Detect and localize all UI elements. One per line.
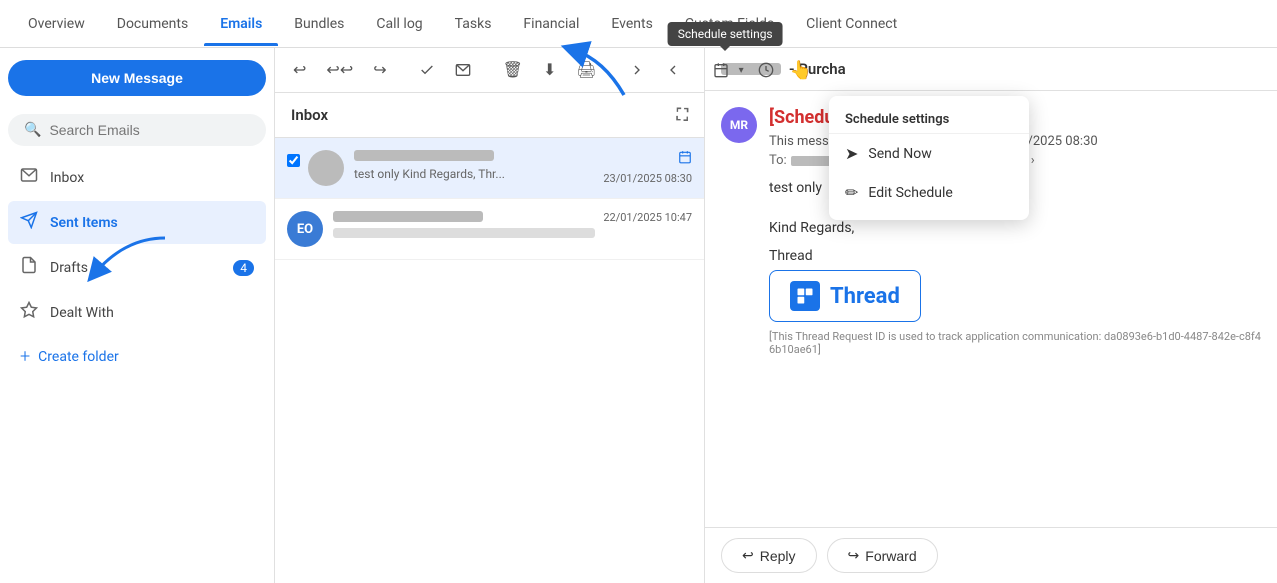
- email-preview: test only Kind Regards, Thr...: [354, 167, 595, 181]
- inbox-title: Inbox: [291, 106, 328, 124]
- email-meta: 23/01/2025 08:30: [603, 150, 692, 185]
- search-input[interactable]: [49, 122, 250, 138]
- edit-schedule-label: Edit Schedule: [868, 185, 952, 201]
- forward-button[interactable]: ↪ Forward: [827, 538, 938, 573]
- email-item[interactable]: test only Kind Regards, Thr... 23/01/202…: [275, 138, 704, 199]
- email-footer: ↩ Reply ↪ Forward: [705, 527, 1277, 583]
- reply-icon: ↩: [742, 547, 754, 564]
- search-icon: 🔍: [24, 122, 41, 138]
- schedule-btn-group: ▾ Schedule settings: [705, 56, 746, 84]
- nav-bundles[interactable]: Bundles: [278, 2, 360, 46]
- drafts-icon: [20, 256, 38, 279]
- sidebar-item-inbox[interactable]: Inbox: [8, 156, 266, 199]
- edit-schedule-item[interactable]: ✏ Edit Schedule: [829, 173, 1029, 212]
- nav-tasks[interactable]: Tasks: [439, 2, 508, 46]
- email-time: 23/01/2025 08:30: [603, 172, 692, 185]
- thread-logo: Thread: [769, 270, 921, 322]
- email-checkbox[interactable]: [287, 154, 300, 167]
- thread-icon: [790, 281, 820, 311]
- send-now-item[interactable]: ➤ Send Now: [829, 134, 1029, 173]
- send-now-label: Send Now: [868, 146, 931, 162]
- plus-icon: +: [20, 346, 30, 367]
- forward-button[interactable]: ↪: [365, 54, 394, 86]
- email-item[interactable]: EO 22/01/2025 10:47: [275, 199, 704, 260]
- thread-section: Thread Thread: [769, 248, 1261, 322]
- schedule-dropdown-popup: Schedule settings ➤ Send Now ✏ Edit Sche…: [829, 96, 1029, 220]
- dropdown-header: Schedule settings: [829, 104, 1029, 134]
- sidebar-item-dealt-with[interactable]: Dealt With: [8, 291, 266, 334]
- nav-calllog[interactable]: Call log: [360, 2, 438, 46]
- sidebar-drafts-label: Drafts: [50, 260, 88, 276]
- sender-avatar: MR: [721, 107, 757, 143]
- nav-client-connect[interactable]: Client Connect: [790, 2, 913, 46]
- reply-button[interactable]: ↩ Reply: [721, 538, 817, 573]
- email-meta: 22/01/2025 10:47: [603, 211, 692, 224]
- thread-label: Thread: [769, 248, 1261, 264]
- email-toolbar: ↩ ↩↩ ↪ 🗑 ⬇ 🖨: [275, 48, 704, 93]
- download-button[interactable]: ⬇: [535, 54, 564, 86]
- email-content: test only Kind Regards, Thr...: [354, 150, 595, 181]
- sent-icon: [20, 211, 38, 234]
- forward-label: Forward: [865, 548, 916, 564]
- to-label: To:: [769, 153, 787, 168]
- schedule-icon: [678, 150, 692, 168]
- nav-events[interactable]: Events: [595, 2, 668, 46]
- dealt-with-icon: [20, 301, 38, 324]
- email-list-header: Inbox ⛶: [275, 93, 704, 138]
- move-button[interactable]: [621, 56, 653, 84]
- reply-all-button[interactable]: ↩↩: [318, 54, 361, 86]
- email-preview: [333, 228, 595, 238]
- search-bar: 🔍: [8, 114, 266, 146]
- print-button[interactable]: 🖨: [568, 54, 604, 86]
- avatar: [308, 150, 344, 186]
- sidebar-sent-label: Sent Items: [50, 215, 118, 231]
- mark-read-button[interactable]: [411, 56, 443, 84]
- expand-icon[interactable]: ⛶: [677, 105, 688, 125]
- sidebar-item-drafts[interactable]: Drafts 4: [8, 246, 266, 289]
- create-folder-button[interactable]: + Create folder: [8, 336, 266, 377]
- email-time: 22/01/2025 10:47: [603, 211, 692, 224]
- schedule-dropdown-toggle[interactable]: ▾: [737, 59, 746, 82]
- nav-overview[interactable]: Overview: [12, 2, 101, 46]
- clock-button[interactable]: [750, 56, 782, 84]
- create-folder-label: Create folder: [38, 349, 119, 365]
- delete-button[interactable]: 🗑: [495, 54, 531, 86]
- sidebar-inbox-label: Inbox: [50, 170, 84, 186]
- avatar: EO: [287, 211, 323, 247]
- archive-button[interactable]: [657, 56, 689, 84]
- nav-financial[interactable]: Financial: [507, 2, 595, 46]
- schedule-settings-tooltip: Schedule settings: [668, 22, 783, 46]
- sidebar-item-sent[interactable]: Sent Items: [8, 201, 266, 244]
- schedule-button[interactable]: [705, 56, 737, 84]
- drafts-badge: 4: [233, 260, 254, 276]
- mark-button[interactable]: [447, 56, 479, 84]
- email-body-text2: Kind Regards,: [769, 220, 1261, 236]
- reply-back-button[interactable]: ↩: [285, 54, 314, 86]
- to-expand-icon[interactable]: ›: [1031, 153, 1035, 168]
- sender-name-blur: [354, 150, 494, 161]
- new-message-button[interactable]: New Message: [8, 60, 266, 96]
- nav-documents[interactable]: Documents: [101, 2, 204, 46]
- thread-id: [This Thread Request ID is used to track…: [769, 330, 1261, 356]
- reply-label: Reply: [760, 548, 796, 564]
- forward-icon: ↪: [848, 547, 860, 564]
- edit-schedule-icon: ✏: [845, 183, 858, 202]
- sidebar-dealt-label: Dealt With: [50, 305, 114, 321]
- sender-name-blur: [333, 211, 483, 222]
- inbox-icon: [20, 166, 38, 189]
- nav-emails[interactable]: Emails: [204, 2, 278, 46]
- thread-name: Thread: [830, 284, 900, 309]
- send-now-icon: ➤: [845, 144, 858, 163]
- email-content: [333, 211, 595, 238]
- cursor-indicator: 👆: [790, 60, 812, 81]
- tooltip-arrow: [720, 46, 730, 51]
